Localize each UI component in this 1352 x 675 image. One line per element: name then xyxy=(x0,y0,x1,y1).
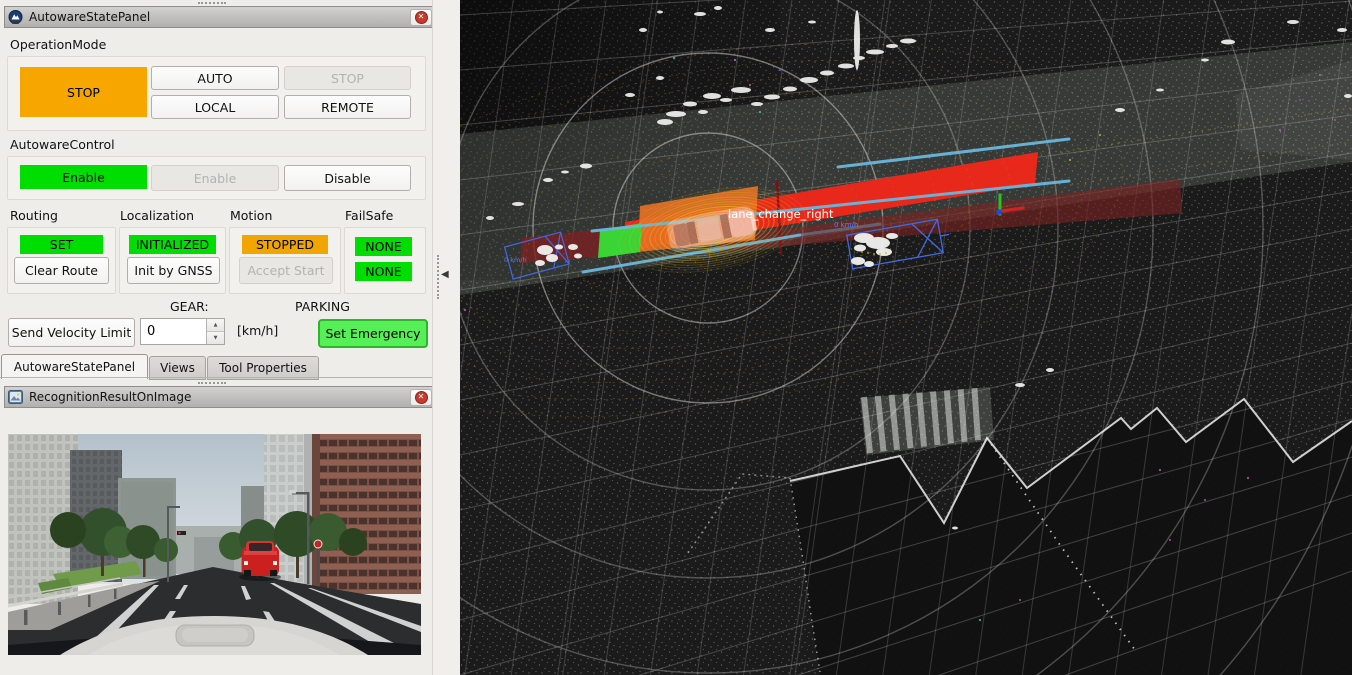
state-panel-title: AutowareStatePanel xyxy=(29,10,404,24)
localization-heading: Localization xyxy=(120,208,194,223)
accept-start-button: Accept Start xyxy=(239,257,333,284)
rviz-3d-view[interactable]: 0 km/h 0 km/h xyxy=(460,0,1352,675)
recognition-panel-titlebar[interactable]: RecognitionResultOnImage ✕ xyxy=(4,386,436,408)
velocity-limit-input[interactable] xyxy=(141,319,206,344)
send-velocity-limit-button[interactable]: Send Velocity Limit xyxy=(8,318,135,347)
localization-status-badge: INITIALIZED xyxy=(129,235,216,254)
tabbar-divider xyxy=(0,377,432,378)
trajectory-label: lane_change_right xyxy=(728,207,834,221)
lead-vehicle xyxy=(239,541,281,581)
gear-value: PARKING xyxy=(295,299,350,314)
camera-image xyxy=(8,434,421,655)
motion-heading: Motion xyxy=(230,208,272,223)
object-speed-label-2: 0 km/h xyxy=(504,256,527,264)
dock-splitter[interactable]: ◀ xyxy=(432,0,461,675)
motion-status-badge: STOPPED xyxy=(242,235,328,254)
control-disable-button[interactable]: Disable xyxy=(284,165,411,191)
splitter-handle[interactable] xyxy=(437,255,439,299)
routing-heading: Routing xyxy=(10,208,58,223)
state-panel-close-button[interactable]: ✕ xyxy=(410,9,432,26)
close-icon: ✕ xyxy=(415,11,428,24)
routing-status-badge: SET xyxy=(20,235,103,254)
autoware-control-heading: AutowareControl xyxy=(10,137,115,152)
gear-label: GEAR: xyxy=(170,299,209,314)
close-icon: ✕ xyxy=(415,391,428,404)
failsafe-status-badge-1: NONE xyxy=(355,237,412,256)
control-enable-button: Enable xyxy=(151,165,279,191)
recognition-panel-close-button[interactable]: ✕ xyxy=(410,389,432,406)
control-enable-active-button[interactable]: Enable xyxy=(20,165,147,189)
collapse-arrow-icon[interactable]: ◀ xyxy=(441,270,449,280)
failsafe-status-badge-2: NONE xyxy=(355,262,412,281)
spin-down-icon[interactable]: ▼ xyxy=(207,332,224,344)
image-panel-icon xyxy=(8,390,23,404)
rviz-window: AutowareStatePanel ✕ OperationMode STOP … xyxy=(0,0,1352,675)
object-speed-label: 0 km/h xyxy=(834,221,858,229)
tab-autoware-state-panel[interactable]: AutowareStatePanel xyxy=(1,354,148,379)
operation-mode-heading: OperationMode xyxy=(10,37,106,52)
velocity-limit-spinbox[interactable]: ▲ ▼ xyxy=(140,318,225,345)
operation-mode-auto-button[interactable]: AUTO xyxy=(151,66,279,90)
operation-mode-local-button[interactable]: LOCAL xyxy=(151,95,279,119)
state-panel-titlebar[interactable]: AutowareStatePanel ✕ xyxy=(4,6,436,28)
init-by-gnss-button[interactable]: Init by GNSS xyxy=(127,257,220,284)
recognition-panel-title: RecognitionResultOnImage xyxy=(29,390,404,404)
velocity-unit-label: [km/h] xyxy=(237,323,278,338)
autoware-logo-icon xyxy=(8,10,23,25)
spin-up-icon[interactable]: ▲ xyxy=(207,319,224,332)
dock-drag-handle-mid[interactable] xyxy=(198,382,226,384)
operation-mode-stop-button: STOP xyxy=(284,66,411,90)
failsafe-heading: FailSafe xyxy=(345,208,393,223)
left-dock-column: AutowareStatePanel ✕ OperationMode STOP … xyxy=(0,0,460,675)
set-emergency-button[interactable]: Set Emergency xyxy=(318,319,428,348)
dock-drag-handle-top[interactable] xyxy=(198,2,226,4)
operation-mode-remote-button[interactable]: REMOTE xyxy=(284,95,411,119)
clear-route-button[interactable]: Clear Route xyxy=(14,257,109,284)
operation-mode-current-button[interactable]: STOP xyxy=(20,67,147,117)
